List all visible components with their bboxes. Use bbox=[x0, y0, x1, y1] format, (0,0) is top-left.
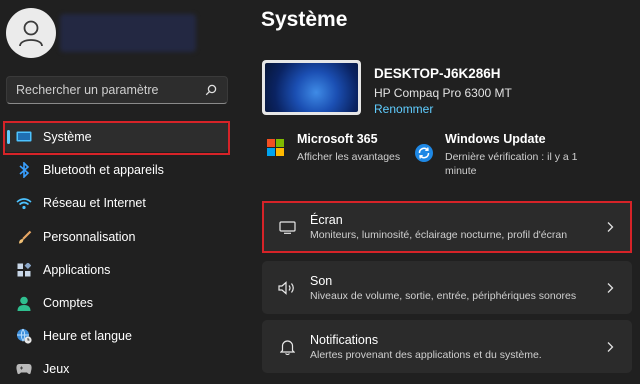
card-title: Son bbox=[310, 273, 333, 288]
chevron-right-icon bbox=[600, 282, 620, 294]
wifi-icon bbox=[15, 194, 33, 212]
user-avatar[interactable] bbox=[6, 8, 56, 58]
person-icon bbox=[19, 20, 43, 47]
microsoft365-title: Microsoft 365 bbox=[297, 132, 378, 146]
sidebar-item-label: Réseau et Internet bbox=[43, 196, 146, 210]
sidebar-item-jeux[interactable]: Jeux bbox=[4, 354, 228, 384]
wallpaper-bloom-image bbox=[265, 63, 358, 112]
page-title: Système bbox=[261, 8, 348, 31]
card-title: Écran bbox=[310, 213, 343, 227]
card-title: Notifications bbox=[310, 332, 379, 347]
person-icon bbox=[15, 294, 33, 312]
sidebar-item-heure-langue[interactable]: Heure et langue bbox=[4, 321, 228, 351]
sidebar-item-label: Applications bbox=[43, 263, 111, 277]
card-subtitle: Alertes provenant des applications et du… bbox=[310, 348, 542, 361]
sidebar-item-label: Jeux bbox=[43, 362, 70, 376]
monitor-icon bbox=[276, 220, 298, 234]
windows-update-subtitle: Dernière vérification : il y a 1 minute bbox=[445, 151, 578, 177]
clock-globe-icon bbox=[15, 327, 33, 345]
sidebar-item-applications[interactable]: Applications bbox=[4, 255, 228, 285]
microsoft365-subtitle: Afficher les avantages bbox=[297, 151, 401, 163]
bluetooth-icon bbox=[15, 161, 33, 179]
rename-link[interactable]: Renommer bbox=[374, 102, 433, 116]
windows-update-title: Windows Update bbox=[445, 132, 546, 146]
apps-icon bbox=[15, 261, 33, 279]
search-icon[interactable] bbox=[205, 84, 217, 96]
brush-icon bbox=[15, 228, 33, 246]
update-sync-icon bbox=[415, 144, 433, 162]
device-thumbnail bbox=[262, 60, 361, 115]
account-info-redacted bbox=[60, 14, 196, 52]
sidebar-item-label: Comptes bbox=[43, 296, 94, 310]
microsoft365-tile[interactable]: Microsoft 365 Afficher les avantages bbox=[262, 130, 404, 166]
card-subtitle: Niveaux de volume, sortie, entrée, périp… bbox=[310, 289, 577, 302]
sidebar-item-personnalisation[interactable]: Personnalisation bbox=[4, 222, 228, 252]
settings-search-box[interactable]: Rechercher un paramètre bbox=[6, 76, 228, 104]
sidebar-item-systeme[interactable]: Système bbox=[4, 122, 228, 152]
sidebar-item-label: Heure et langue bbox=[43, 329, 132, 343]
chevron-right-icon bbox=[600, 221, 620, 233]
windows-update-tile[interactable]: Windows Update Dernière vérification : i… bbox=[412, 130, 632, 178]
speaker-icon bbox=[276, 280, 298, 295]
card-subtitle: Moniteurs, luminosité, éclairage nocturn… bbox=[310, 229, 568, 241]
sidebar-item-label: Système bbox=[43, 130, 92, 144]
search-placeholder: Rechercher un paramètre bbox=[16, 83, 159, 97]
sidebar-item-bluetooth[interactable]: Bluetooth et appareils bbox=[4, 155, 228, 185]
card-notifications[interactable]: Notifications Alertes provenant des appl… bbox=[262, 320, 632, 373]
device-name: DESKTOP-J6K286H bbox=[374, 66, 501, 81]
microsoft-logo-icon bbox=[267, 139, 284, 156]
sidebar-item-label: Personnalisation bbox=[43, 230, 136, 244]
card-son[interactable]: Son Niveaux de volume, sortie, entrée, p… bbox=[262, 261, 632, 314]
display-icon bbox=[15, 128, 33, 146]
device-model: HP Compaq Pro 6300 MT bbox=[374, 86, 512, 100]
chevron-right-icon bbox=[600, 341, 620, 353]
sidebar-item-reseau[interactable]: Réseau et Internet bbox=[4, 188, 228, 218]
gamepad-icon bbox=[15, 360, 33, 378]
sidebar-item-label: Bluetooth et appareils bbox=[43, 163, 164, 177]
sidebar-item-comptes[interactable]: Comptes bbox=[4, 288, 228, 318]
selection-indicator bbox=[7, 130, 10, 144]
card-ecran[interactable]: Écran Moniteurs, luminosité, éclairage n… bbox=[262, 202, 632, 252]
bell-icon bbox=[276, 339, 298, 355]
